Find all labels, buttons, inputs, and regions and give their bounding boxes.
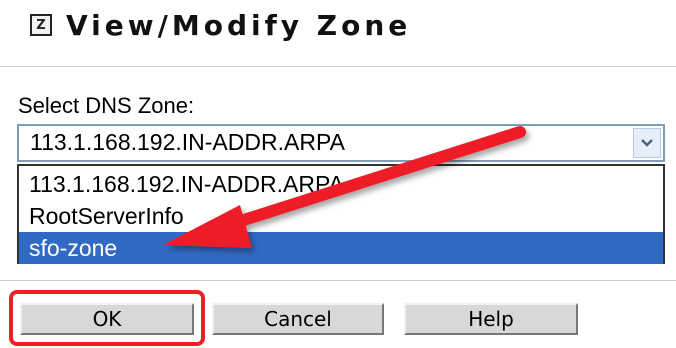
annotation-arrow: [163, 126, 526, 248]
